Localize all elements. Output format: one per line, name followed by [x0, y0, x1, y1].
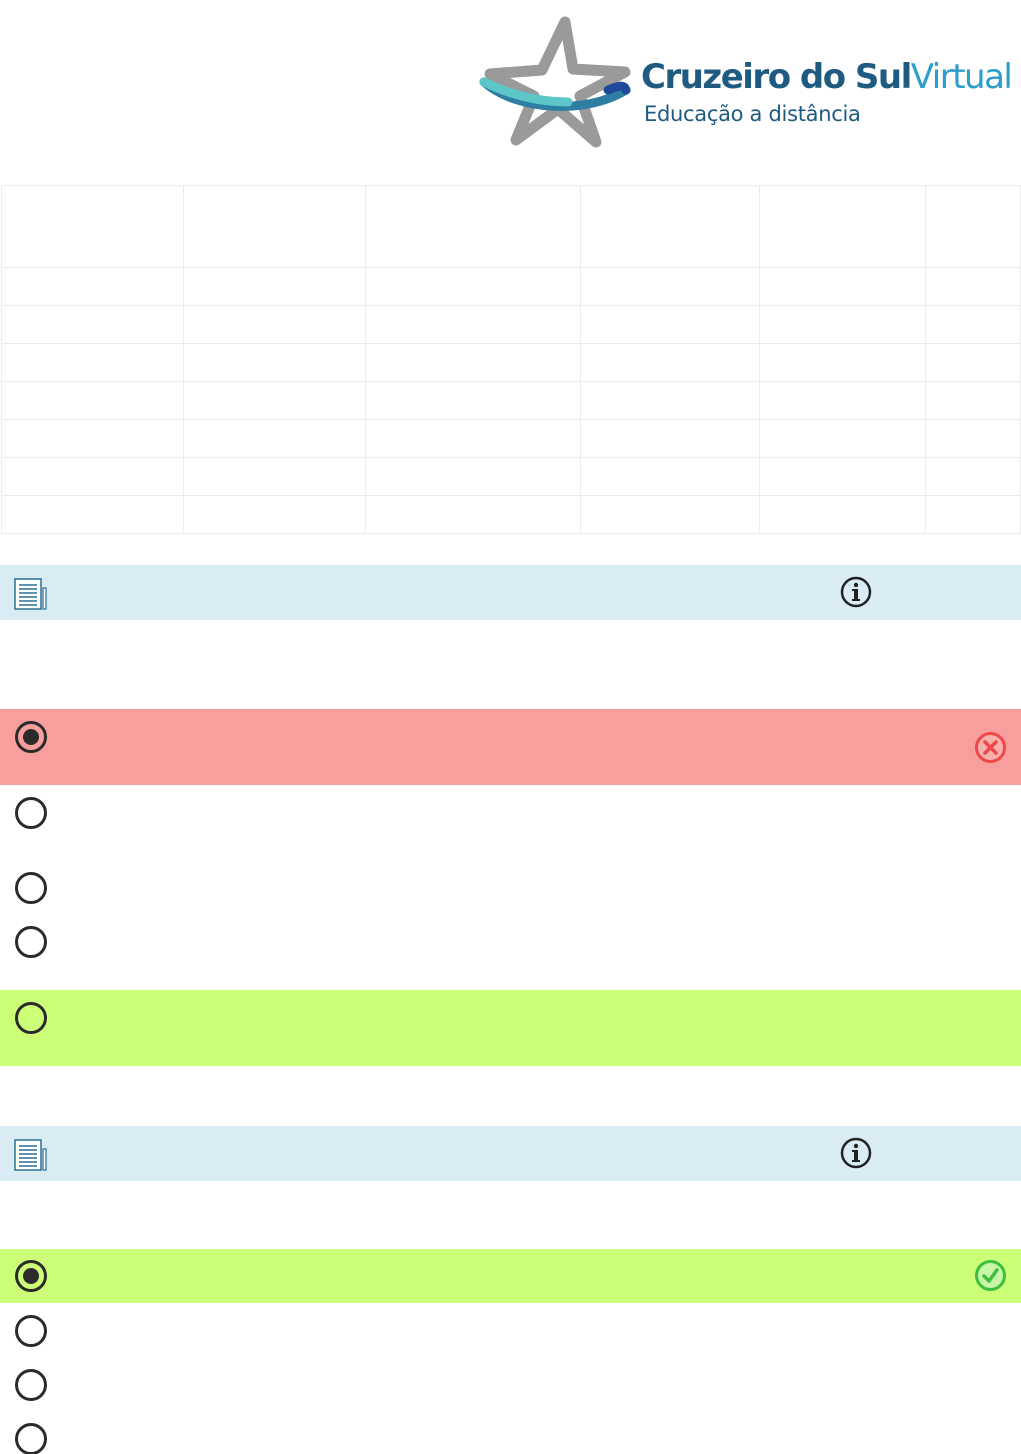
table-header-row	[1, 185, 1021, 268]
radio-button-checked[interactable]	[15, 1260, 47, 1292]
table-cell	[580, 305, 760, 344]
table-cell	[759, 495, 926, 534]
table-header-cell	[1, 185, 184, 268]
table-header-cell	[365, 185, 581, 268]
radio-button[interactable]	[15, 1315, 47, 1347]
table-cell	[365, 267, 581, 306]
table-cell	[759, 305, 926, 344]
table-cell	[183, 457, 366, 496]
info-icon[interactable]	[840, 1137, 872, 1169]
table-cell	[365, 343, 581, 382]
radio-button[interactable]	[15, 872, 47, 904]
wrong-icon	[975, 732, 1006, 763]
table-cell	[183, 305, 366, 344]
table-cell	[1, 457, 184, 496]
table-cell	[580, 381, 760, 420]
cruzeiro-do-sul-virtual-logo: Cruzeiro do SulVirtual Educação a distân…	[478, 14, 1013, 154]
radio-button[interactable]	[15, 1002, 47, 1034]
table-cell	[759, 457, 926, 496]
table-cell	[365, 457, 581, 496]
table-cell	[759, 343, 926, 382]
table-cell	[1, 419, 184, 458]
table-cell	[759, 381, 926, 420]
radio-button[interactable]	[15, 1423, 47, 1454]
logo-brand-part2: Virtual	[910, 57, 1013, 97]
attempt-summary-table	[1, 185, 1021, 534]
q1-option-2[interactable]	[0, 785, 1021, 860]
table-row	[1, 381, 1021, 420]
table-header-cell	[183, 185, 366, 268]
document-icon	[14, 1139, 47, 1171]
table-cell	[365, 305, 581, 344]
document-icon	[14, 578, 47, 610]
q1-option-4[interactable]	[0, 915, 1021, 990]
radio-button[interactable]	[15, 797, 47, 829]
table-cell	[365, 419, 581, 458]
table-cell	[925, 495, 1021, 534]
logo-tagline: Educação a distância	[644, 102, 861, 126]
table-cell	[925, 267, 1021, 306]
table-cell	[365, 381, 581, 420]
info-icon[interactable]	[840, 576, 872, 608]
table-header-cell	[580, 185, 760, 268]
table-cell	[580, 419, 760, 458]
q1-option-3[interactable]	[0, 860, 1021, 915]
radio-button[interactable]	[15, 1369, 47, 1401]
table-row	[1, 457, 1021, 496]
table-cell	[759, 419, 926, 458]
table-header-cell	[759, 185, 926, 268]
table-cell	[580, 457, 760, 496]
table-cell	[580, 267, 760, 306]
table-cell	[925, 343, 1021, 382]
table-row	[1, 419, 1021, 458]
q1-option-1[interactable]	[0, 709, 1021, 785]
q2-option-4[interactable]	[0, 1411, 1021, 1454]
q1-option-5[interactable]	[0, 990, 1021, 1066]
table-cell	[925, 419, 1021, 458]
table-cell	[1, 495, 184, 534]
table-cell	[183, 381, 366, 420]
question-1-header	[0, 565, 1021, 620]
table-cell	[365, 495, 581, 534]
logo-brand-text: Cruzeiro do SulVirtual	[641, 57, 1013, 97]
logo-brand-part1: Cruzeiro do Sul	[641, 57, 912, 97]
table-cell	[1, 267, 184, 306]
table-cell	[580, 495, 760, 534]
q2-option-2[interactable]	[0, 1303, 1021, 1357]
table-cell	[183, 343, 366, 382]
star-logo-icon	[479, 16, 631, 148]
table-cell	[925, 457, 1021, 496]
table-row	[1, 305, 1021, 344]
correct-icon	[975, 1260, 1006, 1291]
q2-option-3[interactable]	[0, 1357, 1021, 1411]
table-cell	[925, 381, 1021, 420]
q2-option-1[interactable]	[0, 1249, 1021, 1303]
table-cell	[183, 267, 366, 306]
question-2-header	[0, 1126, 1021, 1181]
table-cell	[183, 419, 366, 458]
radio-button[interactable]	[15, 926, 47, 958]
table-cell	[925, 305, 1021, 344]
table-row	[1, 495, 1021, 534]
table-cell	[759, 267, 926, 306]
radio-button-checked[interactable]	[15, 721, 47, 753]
table-cell	[183, 495, 366, 534]
table-cell	[1, 343, 184, 382]
table-cell	[1, 381, 184, 420]
table-header-cell	[925, 185, 1021, 268]
table-row	[1, 343, 1021, 382]
table-cell	[580, 343, 760, 382]
table-row	[1, 267, 1021, 306]
table-cell	[1, 305, 184, 344]
